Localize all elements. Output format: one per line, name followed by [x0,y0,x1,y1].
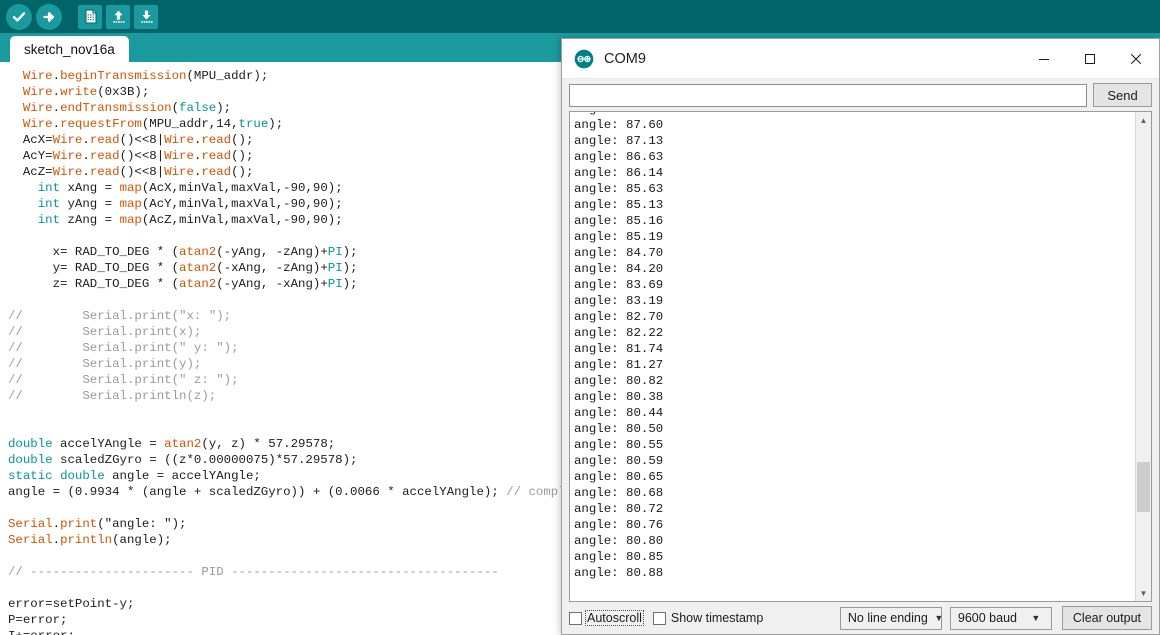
scroll-up-icon[interactable]: ▲ [1136,112,1151,128]
save-button[interactable] [134,4,158,29]
minimize-button[interactable] [1021,39,1067,79]
baud-rate-value: 9600 baud [957,611,1017,625]
clear-output-button[interactable]: Clear output [1061,606,1152,630]
sketch-tab[interactable]: sketch_nov16a [10,36,129,62]
up-arrow-icon [112,10,125,23]
autoscroll-checkbox-box[interactable] [569,611,582,625]
close-button[interactable] [1113,39,1159,79]
line-ending-select[interactable]: No line ending ▼ [839,606,943,630]
serial-output-text: angle: 87.61 angle: 87.60 angle: 87.13 a… [574,112,664,580]
baud-rate-select[interactable]: 9600 baud ▼ [949,606,1052,630]
upload-button[interactable] [36,3,62,30]
code-editor-content: Wire.beginTransmission(MPU_addr); Wire.w… [8,69,596,635]
maximize-button[interactable] [1067,39,1113,79]
ide-toolbar [0,0,1160,33]
maximize-icon [1085,53,1095,64]
send-button[interactable]: Send [1093,83,1152,107]
clear-output-label: Clear output [1072,611,1141,625]
serial-monitor-title: COM9 [604,50,646,67]
serial-output-panel: angle: 87.61 angle: 87.60 angle: 87.13 a… [569,111,1152,602]
line-ending-value: No line ending [847,611,928,625]
minimize-icon [1039,58,1049,60]
scrollbar-thumb[interactable] [1137,462,1150,512]
down-arrow-icon [140,10,153,23]
verify-button[interactable] [6,3,32,30]
sketch-tab-label: sketch_nov16a [24,41,115,57]
autoscroll-label: Autoscroll [585,610,644,626]
arduino-infinity-logo-icon [574,49,594,68]
serial-message-input[interactable] [569,83,1087,107]
serial-output-scrollbar[interactable]: ▲ ▼ [1135,112,1151,601]
chevron-down-icon: ▼ [1031,613,1041,623]
show-timestamp-checkbox-box[interactable] [652,611,666,625]
serial-monitor-window: COM9 Send angle: 87.61 angle: 87.60 angl… [561,38,1160,635]
new-file-icon [85,9,96,24]
serial-monitor-bottom-bar: Autoscroll Show timestamp No line ending… [562,602,1159,634]
chevron-down-icon: ▼ [934,613,944,623]
scroll-down-icon[interactable]: ▼ [1136,585,1151,601]
open-button[interactable] [106,4,130,29]
right-arrow-icon [43,11,55,22]
autoscroll-checkbox[interactable]: Autoscroll [569,610,644,626]
close-icon [1130,53,1142,64]
serial-send-row: Send [562,79,1159,111]
show-timestamp-label: Show timestamp [670,611,764,625]
checkmark-icon [12,11,26,22]
new-button[interactable] [78,4,102,29]
show-timestamp-checkbox[interactable]: Show timestamp [652,611,764,625]
serial-monitor-titlebar[interactable]: COM9 [562,39,1159,79]
